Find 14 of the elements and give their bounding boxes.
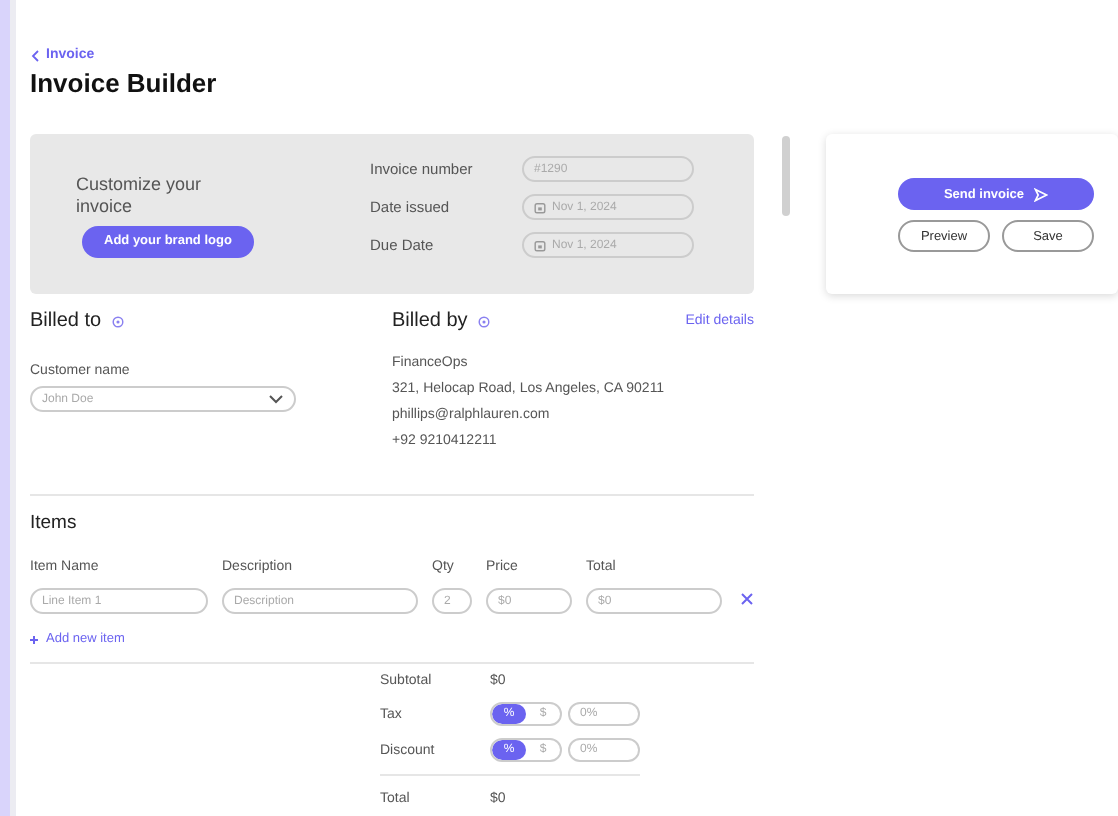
calendar-icon: [534, 201, 546, 213]
section-title: Items: [30, 512, 79, 534]
scrollbar[interactable]: [782, 136, 790, 216]
info-icon: [111, 315, 124, 327]
calendar-icon: [534, 239, 546, 251]
section-title: Billed to: [30, 310, 102, 332]
customize-text: Customize your invoice: [76, 174, 204, 218]
send-icon: [1034, 187, 1049, 201]
chevron-down-icon: [268, 394, 284, 404]
chevron-left-icon: [30, 49, 40, 61]
page-title: Invoice Builder: [30, 68, 219, 98]
info-icon: [477, 315, 490, 327]
plus-icon: [30, 635, 38, 643]
section-title: Billed by: [392, 310, 468, 332]
